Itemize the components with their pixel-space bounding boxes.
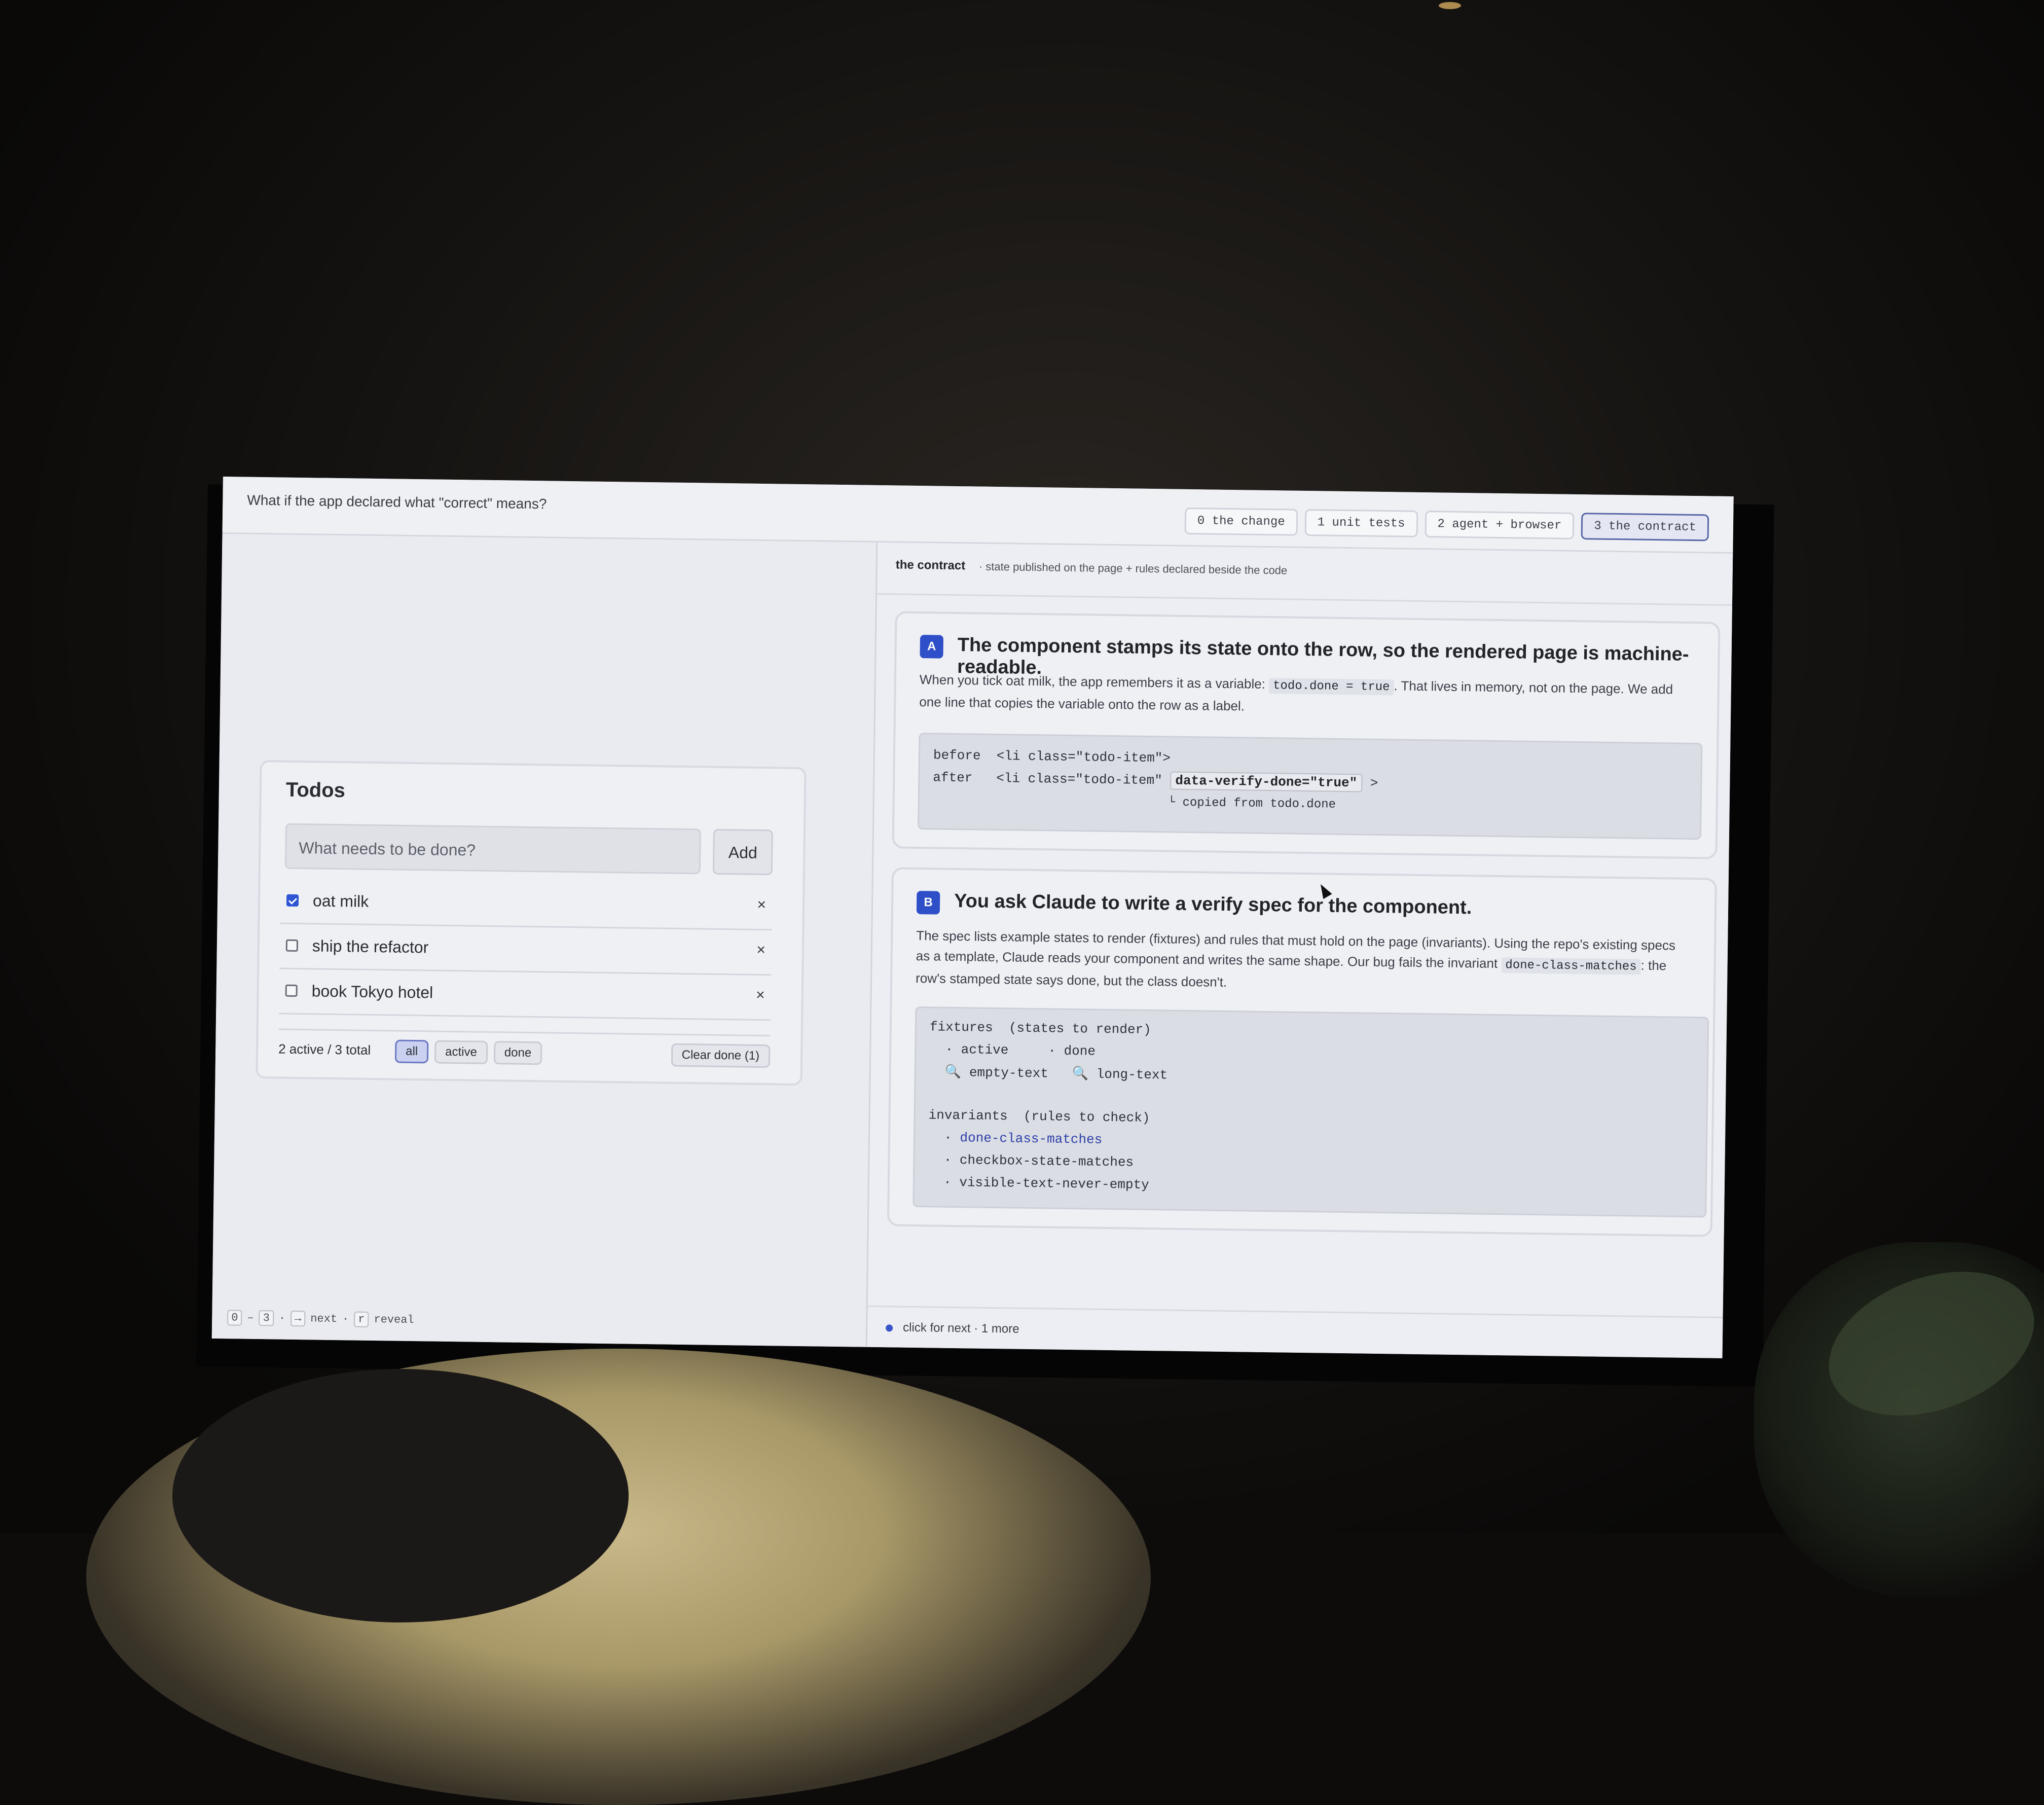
bullet: · — [928, 1152, 960, 1168]
todo-item: book Tokyo hotel × — [279, 969, 772, 1021]
delete-icon[interactable]: × — [756, 987, 765, 1004]
delete-icon[interactable]: × — [756, 942, 765, 959]
panel-subtitle: · state published on the page + rules de… — [978, 560, 1288, 577]
filter-all[interactable]: all — [394, 1039, 429, 1064]
todo-count: 2 active / 3 total — [278, 1041, 371, 1058]
new-todo-input[interactable]: What needs to be done? — [284, 823, 701, 875]
panel-header: the contract · state published on the pa… — [877, 542, 1733, 606]
code-note: └ copied from todo.done — [1167, 796, 1336, 812]
code-after-line: after <li class="todo-item" data-verify-… — [933, 770, 1378, 792]
step-tab-agent-browser[interactable]: 2 agent + browser — [1425, 511, 1575, 539]
code-before: before <li class="todo-item"> — [933, 747, 1171, 766]
demo-pane: Todos What needs to be done? Add oat mil… — [211, 533, 878, 1347]
inline-code: todo.done = true — [1268, 678, 1394, 696]
inline-code: done-class-matches — [1501, 957, 1641, 975]
invariant-failing: done-class-matches — [960, 1130, 1103, 1147]
todo-list: oat milk × ship the refactor × book Toky… — [279, 879, 773, 1021]
arrow-right-icon: → — [290, 1310, 306, 1327]
fixtures-row: 🔍 empty-text 🔍 long-text — [929, 1064, 1168, 1083]
code-close: > — [1362, 775, 1378, 791]
step-tabs: 0 the change 1 unit tests 2 agent + brow… — [1184, 507, 1709, 542]
todo-item: oat milk × — [280, 879, 773, 931]
body-text: When you tick oat milk, the app remember… — [919, 672, 1269, 692]
todo-item: ship the refactor × — [279, 924, 772, 976]
card-a: A The component stamps its state onto th… — [892, 611, 1721, 859]
todo-label: ship the refactor — [312, 936, 429, 957]
hint-separator: · — [342, 1313, 349, 1326]
card-b: B You ask Claude to write a verify spec … — [887, 867, 1717, 1237]
clear-done-button[interactable]: Clear done (1) — [671, 1043, 771, 1068]
code-after: after <li class="todo-item" — [933, 770, 1171, 788]
panel-title: the contract — [895, 558, 966, 573]
bullet: · — [927, 1174, 960, 1190]
todo-footer: 2 active / 3 total all active done Clear… — [278, 1028, 771, 1068]
slide-question: What if the app declared what "correct" … — [247, 492, 547, 512]
ceiling-light — [1439, 2, 1461, 9]
todo-label: oat milk — [312, 891, 369, 911]
spec-code-block: fixtures (states to render) · active · d… — [912, 1006, 1709, 1218]
hint-next-label: next — [310, 1312, 338, 1326]
invariant: checkbox-state-matches — [959, 1152, 1134, 1170]
add-button[interactable]: Add — [712, 828, 773, 876]
hint-reveal-label: reveal — [374, 1313, 414, 1327]
step-tab-unit-tests[interactable]: 1 unit tests — [1304, 509, 1418, 537]
step-tab-contract[interactable]: 3 the contract — [1581, 513, 1709, 542]
invariant-row: · visible-text-never-empty — [928, 1174, 1149, 1193]
filter-active[interactable]: active — [434, 1040, 488, 1064]
attribute-chip: data-verify-done="true" — [1170, 771, 1363, 792]
card-badge: B — [916, 890, 940, 915]
range-dash: – — [247, 1311, 254, 1324]
invariants-header: invariants (rules to check) — [928, 1107, 1150, 1126]
key-range-end: 3 — [259, 1310, 274, 1326]
todo-checkbox[interactable] — [286, 894, 299, 907]
fixtures-row: · active · done — [929, 1041, 1096, 1059]
keyboard-hints: 0 – 3 · → next · r reveal — [227, 1310, 414, 1328]
audience-head-shadow — [172, 1369, 629, 1622]
step-tab-change[interactable]: 0 the change — [1184, 507, 1298, 536]
filter-group: all active done — [394, 1039, 542, 1065]
hint-separator: · — [278, 1312, 286, 1325]
invariant-row: · done-class-matches — [928, 1130, 1103, 1147]
filter-done[interactable]: done — [493, 1041, 542, 1065]
key-range-start: 0 — [227, 1310, 242, 1326]
todo-app-card: Todos What needs to be done? Add oat mil… — [256, 760, 807, 1086]
card-badge: A — [920, 635, 944, 659]
progress-dot-icon — [886, 1324, 893, 1332]
todo-checkbox[interactable] — [285, 939, 299, 952]
todo-title: Todos — [285, 778, 346, 802]
explanation-pane: the contract · state published on the pa… — [867, 542, 1733, 1358]
todo-checkbox[interactable] — [285, 984, 298, 997]
card-title: You ask Claude to write a verify spec fo… — [954, 890, 1472, 919]
code-block: before <li class="todo-item"> after <li … — [918, 733, 1703, 840]
delete-icon[interactable]: × — [757, 896, 766, 914]
card-body: The spec lists example states to render … — [916, 925, 1687, 998]
next-hint[interactable]: click for next · 1 more — [903, 1321, 1019, 1337]
todo-label: book Tokyo hotel — [311, 982, 433, 1002]
fixtures-header: fixtures (states to render) — [929, 1019, 1151, 1038]
bullet: · — [928, 1130, 960, 1146]
projected-screen: What if the app declared what "correct" … — [211, 477, 1734, 1358]
invariant-row: · checkbox-state-matches — [928, 1152, 1134, 1170]
key-reveal: r — [354, 1311, 369, 1327]
invariant: visible-text-never-empty — [959, 1175, 1149, 1193]
